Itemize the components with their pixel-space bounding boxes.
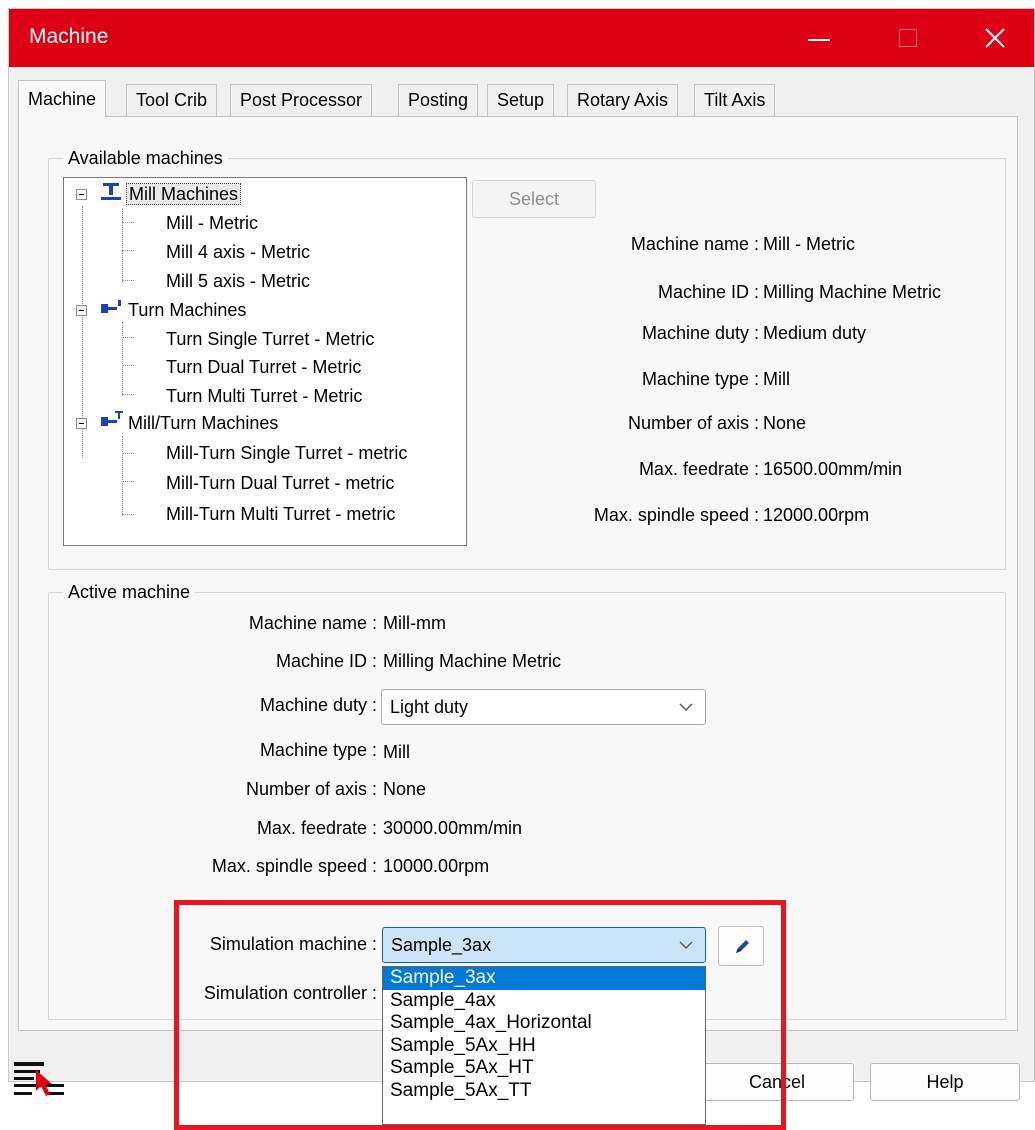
tree-node-turn-machines[interactable]: Turn Machines bbox=[126, 297, 248, 323]
dropdown-option[interactable]: Sample_4ax bbox=[383, 990, 705, 1013]
dropdown-option[interactable]: Sample_5Ax_HH bbox=[383, 1035, 705, 1058]
machine-tree[interactable]: Mill Machines Mill - Metric Mill 4 axis … bbox=[63, 177, 467, 546]
close-button[interactable] bbox=[957, 9, 1035, 67]
mill-machine-icon bbox=[101, 183, 121, 200]
available-machines-title: Available machines bbox=[63, 147, 228, 169]
window-title: Machine bbox=[29, 25, 109, 48]
simulation-machine-dropdown[interactable]: Sample_3ax Sample_4ax Sample_4ax_Horizon… bbox=[382, 966, 706, 1125]
tree-item-mill-4axis-metric[interactable]: Mill 4 axis - Metric bbox=[166, 239, 310, 265]
active-type-label: Machine type : bbox=[259, 740, 377, 760]
available-spindle-value: 12000.00rpm bbox=[763, 505, 870, 525]
collapse-mill-turn-button[interactable] bbox=[76, 418, 87, 429]
active-axis-value: None bbox=[383, 779, 427, 799]
tree-item-mill-turn-dual[interactable]: Mill-Turn Dual Turret - metric bbox=[166, 470, 394, 496]
pencil-icon bbox=[736, 940, 749, 953]
tab-post-processor[interactable]: Post Processor bbox=[230, 84, 373, 117]
tab-setup[interactable]: Setup bbox=[487, 84, 555, 117]
chevron-down-icon bbox=[679, 941, 693, 949]
available-feed-label: Max. feedrate : bbox=[638, 459, 759, 479]
select-button[interactable]: Select bbox=[472, 180, 596, 218]
available-feed-value: 16500.00mm/min bbox=[763, 459, 903, 479]
active-id-label: Machine ID : bbox=[275, 651, 377, 671]
tree-item-mill-metric[interactable]: Mill - Metric bbox=[166, 210, 258, 236]
tree-node-mill-machines[interactable]: Mill Machines bbox=[126, 181, 242, 207]
tree-item-mill-5axis-metric[interactable]: Mill 5 axis - Metric bbox=[166, 268, 310, 294]
tree-node-mill-turn-machines[interactable]: Mill/Turn Machines bbox=[126, 410, 280, 436]
available-id-value: Milling Machine Metric bbox=[763, 282, 942, 302]
simulation-machine-value: Sample_3ax bbox=[391, 935, 492, 955]
app-status-icon bbox=[14, 1062, 64, 1096]
available-axis-label: Number of axis : bbox=[627, 413, 759, 433]
active-machine-title: Active machine bbox=[63, 581, 196, 603]
tree-item-turn-dual-turret[interactable]: Turn Dual Turret - Metric bbox=[166, 354, 361, 380]
title-bar[interactable]: Machine bbox=[9, 9, 1034, 67]
tab-tilt-axis[interactable]: Tilt Axis bbox=[694, 84, 776, 117]
active-spindle-value: 10000.00rpm bbox=[383, 856, 490, 876]
simulation-controller-label: Simulation controller : bbox=[203, 983, 377, 1003]
chevron-down-icon bbox=[679, 703, 693, 711]
active-spindle-label: Max. spindle speed : bbox=[211, 856, 377, 876]
simulation-machine-select[interactable]: Sample_3ax bbox=[382, 927, 706, 963]
active-feed-label: Max. feedrate : bbox=[256, 818, 377, 838]
edit-simulation-machine-button[interactable] bbox=[718, 926, 764, 966]
available-type-value: Mill bbox=[763, 369, 790, 389]
collapse-mill-button[interactable] bbox=[76, 189, 87, 200]
active-feed-value: 30000.00mm/min bbox=[383, 818, 523, 838]
available-id-label: Machine ID : bbox=[657, 282, 759, 302]
available-duty-value: Medium duty bbox=[763, 323, 867, 343]
dropdown-option[interactable]: Sample_5Ax_TT bbox=[383, 1080, 705, 1103]
machine-duty-value: Light duty bbox=[390, 697, 469, 717]
simulation-machine-label: Simulation machine : bbox=[209, 934, 377, 954]
active-axis-label: Number of axis : bbox=[245, 779, 377, 799]
available-spindle-label: Max. spindle speed : bbox=[593, 505, 759, 525]
active-type-value: Mill bbox=[383, 742, 410, 762]
available-name-label: Machine name : bbox=[630, 234, 759, 254]
cancel-button[interactable]: Cancel bbox=[700, 1063, 854, 1101]
tree-item-mill-turn-single[interactable]: Mill-Turn Single Turret - metric bbox=[166, 440, 407, 466]
available-duty-label: Machine duty : bbox=[641, 323, 759, 343]
active-name-value: Mill-mm bbox=[383, 613, 446, 633]
dropdown-option[interactable]: Sample_4ax_Horizontal bbox=[383, 1012, 705, 1035]
dropdown-option[interactable]: Sample_5Ax_HT bbox=[383, 1057, 705, 1080]
tab-rotary-axis[interactable]: Rotary Axis bbox=[567, 84, 679, 117]
tab-machine[interactable]: Machine bbox=[18, 80, 107, 118]
available-name-value: Mill - Metric bbox=[763, 234, 855, 254]
tree-item-turn-single-turret[interactable]: Turn Single Turret - Metric bbox=[166, 326, 374, 352]
active-duty-label: Machine duty : bbox=[259, 695, 377, 715]
dropdown-option[interactable]: Sample_3ax bbox=[383, 967, 705, 990]
maximize-button bbox=[869, 9, 947, 67]
active-id-value: Milling Machine Metric bbox=[383, 651, 562, 671]
tree-item-mill-turn-multi[interactable]: Mill-Turn Multi Turret - metric bbox=[166, 501, 395, 527]
tab-tool-crib[interactable]: Tool Crib bbox=[126, 84, 218, 117]
close-icon bbox=[985, 28, 1005, 48]
minimize-button[interactable] bbox=[781, 9, 859, 67]
tree-item-turn-multi-turret[interactable]: Turn Multi Turret - Metric bbox=[166, 383, 362, 409]
help-button[interactable]: Help bbox=[870, 1063, 1020, 1101]
available-type-label: Machine type : bbox=[641, 369, 759, 389]
tab-posting[interactable]: Posting bbox=[398, 84, 479, 117]
available-axis-value: None bbox=[763, 413, 807, 433]
active-name-label: Machine name : bbox=[248, 613, 377, 633]
turn-machine-icon bbox=[101, 300, 121, 313]
mill-turn-machine-icon bbox=[101, 411, 123, 426]
collapse-turn-button[interactable] bbox=[76, 305, 87, 316]
machine-duty-select[interactable]: Light duty bbox=[381, 689, 706, 725]
